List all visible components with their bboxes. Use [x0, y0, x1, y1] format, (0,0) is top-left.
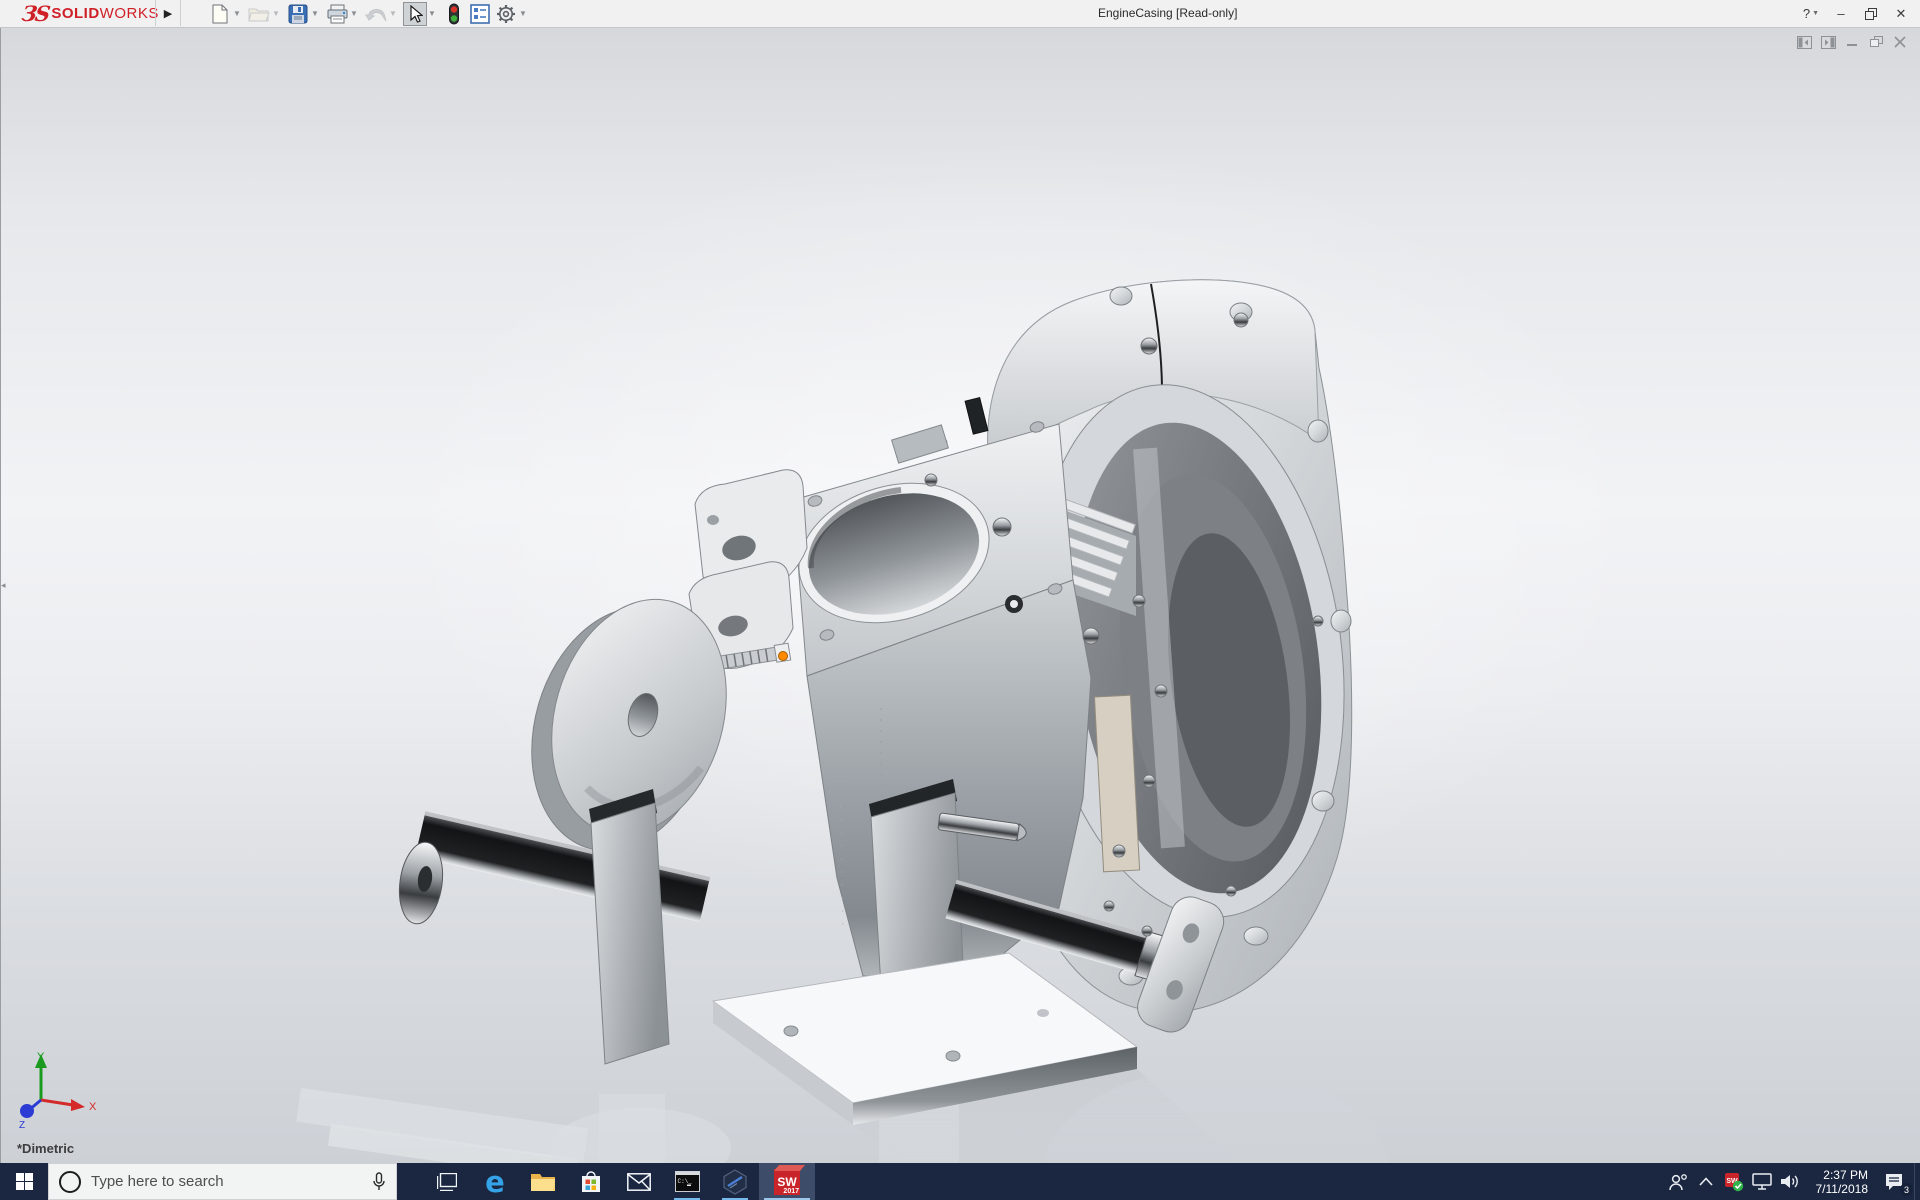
task-view-button[interactable] [423, 1163, 471, 1200]
people-button[interactable] [1664, 1163, 1692, 1200]
save-dropdown[interactable]: ▼ [310, 2, 320, 26]
clock-time: 2:37 PM [1823, 1167, 1868, 1182]
file-properties-button[interactable] [468, 2, 492, 26]
undo-button[interactable] [364, 2, 388, 26]
select-arrow-icon [409, 4, 423, 23]
taskbar-hexagon-app-button[interactable] [711, 1163, 759, 1200]
file-properties-icon [470, 3, 490, 24]
task-view-icon [437, 1172, 457, 1191]
file-explorer-icon [531, 1174, 555, 1191]
brand-text-light: WORKS [99, 5, 159, 22]
brand-text-bold: SOLID [51, 5, 100, 22]
open-dropdown[interactable]: ▼ [271, 2, 281, 26]
people-icon [1669, 1173, 1687, 1190]
start-button[interactable] [0, 1163, 48, 1200]
document-title: EngineCasing [Read-only] [1098, 6, 1238, 20]
print-button[interactable] [325, 2, 349, 26]
new-document-dropdown[interactable]: ▼ [232, 2, 242, 26]
view-orientation-label: *Dimetric [17, 1141, 75, 1156]
chevron-up-icon [1699, 1177, 1713, 1186]
microsoft-store-icon [582, 1170, 600, 1192]
graphics-viewport[interactable]: ◂ Y X Z *Dimetric [0, 28, 1920, 1164]
left-shaft [398, 811, 711, 925]
save-icon [288, 4, 308, 23]
command-prompt-icon: C:\_ [674, 1171, 700, 1192]
tray-overflow-button[interactable] [1692, 1163, 1720, 1200]
title-bar: ЗS SOLID WORKS ▶ ▼ ▼ ▼ ▼ ▼ ▼ ▼ EngineCas… [0, 0, 1920, 28]
select-tool-dropdown[interactable]: ▼ [427, 2, 437, 26]
windows-taskbar: Type here to search e C:\_ SW 2017 SW 2:… [0, 1163, 1920, 1200]
open-button[interactable] [247, 2, 271, 26]
undo-dropdown[interactable]: ▼ [388, 2, 398, 26]
minimize-button[interactable]: – [1826, 0, 1856, 27]
help-label: ? [1802, 6, 1811, 21]
rebuild-button[interactable] [442, 2, 466, 26]
solidworks-monitor-tray-button[interactable]: SW [1720, 1163, 1748, 1200]
solidworks-check-icon: SW [1725, 1172, 1744, 1191]
close-icon: ✕ [1895, 5, 1907, 21]
axis-y-label: Y [37, 1051, 45, 1063]
orientation-triad: Y X Z [19, 1051, 97, 1131]
rebuild-stoplight-icon [449, 3, 459, 24]
taskbar-edge-button[interactable]: e [471, 1163, 519, 1200]
microphone-icon[interactable] [372, 1171, 386, 1192]
taskbar-file-explorer-button[interactable] [519, 1163, 567, 1200]
selection-point-marker[interactable] [778, 651, 788, 661]
cmd-text: C:\_ [677, 1178, 692, 1185]
restore-icon [1865, 7, 1877, 20]
menu-flyout-arrow[interactable]: ▶ [155, 0, 181, 26]
new-document-icon [212, 4, 228, 23]
print-icon [327, 4, 347, 23]
minimize-icon: – [1837, 6, 1845, 21]
sw-label: SW [777, 1174, 797, 1189]
edge-icon: e [485, 1164, 505, 1199]
window-controls: ? ▼ – ✕ [1796, 0, 1916, 27]
taskbar-store-button[interactable] [567, 1163, 615, 1200]
sw-year: 2017 [783, 1187, 799, 1195]
action-center-button[interactable]: 3 [1874, 1163, 1914, 1200]
search-placeholder: Type here to search [91, 1173, 224, 1190]
solidworks-logo-mark-icon: ЗS [20, 1, 51, 26]
print-dropdown[interactable]: ▼ [349, 2, 359, 26]
clock-date: 7/11/2018 [1815, 1181, 1869, 1196]
hexagon-app-icon [723, 1168, 747, 1195]
axis-x-label: X [89, 1101, 97, 1113]
open-folder-icon [248, 8, 270, 21]
show-desktop-button[interactable] [1914, 1163, 1920, 1200]
options-gear-icon [497, 4, 515, 23]
axis-z-label: Z [19, 1120, 25, 1131]
new-document-button[interactable] [208, 2, 232, 26]
cortana-icon [59, 1170, 81, 1193]
volume-tray-button[interactable] [1776, 1163, 1804, 1200]
undo-icon [365, 8, 387, 21]
mail-icon [627, 1172, 651, 1191]
help-dropdown-icon: ▼ [1812, 10, 1820, 17]
help-button[interactable]: ? ▼ [1796, 0, 1826, 27]
solidworks-logo: ЗS SOLID WORKS [20, 1, 159, 26]
save-button[interactable] [286, 2, 310, 26]
network-icon [1752, 1173, 1772, 1190]
taskbar-clock[interactable]: 2:37 PM 7/11/2018 [1804, 1168, 1874, 1196]
quick-access-toolbar: ▼ ▼ ▼ ▼ ▼ ▼ ▼ [206, 1, 531, 26]
solidworks-app-icon: SW 2017 [774, 1168, 800, 1195]
speaker-icon [1780, 1175, 1798, 1188]
notification-badge: 3 [1900, 1183, 1913, 1196]
windows-logo-icon [15, 1173, 33, 1190]
network-tray-button[interactable] [1748, 1163, 1776, 1200]
taskbar-solidworks-button[interactable]: SW 2017 [759, 1163, 815, 1200]
close-button[interactable]: ✕ [1886, 0, 1916, 27]
engine-casing-model[interactable] [1, 28, 1920, 1164]
system-tray: SW 2:37 PM 7/11/2018 3 [1664, 1163, 1920, 1200]
options-button[interactable] [494, 2, 518, 26]
taskbar-cmd-button[interactable]: C:\_ [663, 1163, 711, 1200]
restore-button[interactable] [1856, 0, 1886, 27]
options-dropdown[interactable]: ▼ [518, 2, 528, 26]
select-tool-button[interactable] [403, 1, 427, 26]
taskbar-mail-button[interactable] [615, 1163, 663, 1200]
taskbar-search-input[interactable]: Type here to search [48, 1163, 397, 1200]
